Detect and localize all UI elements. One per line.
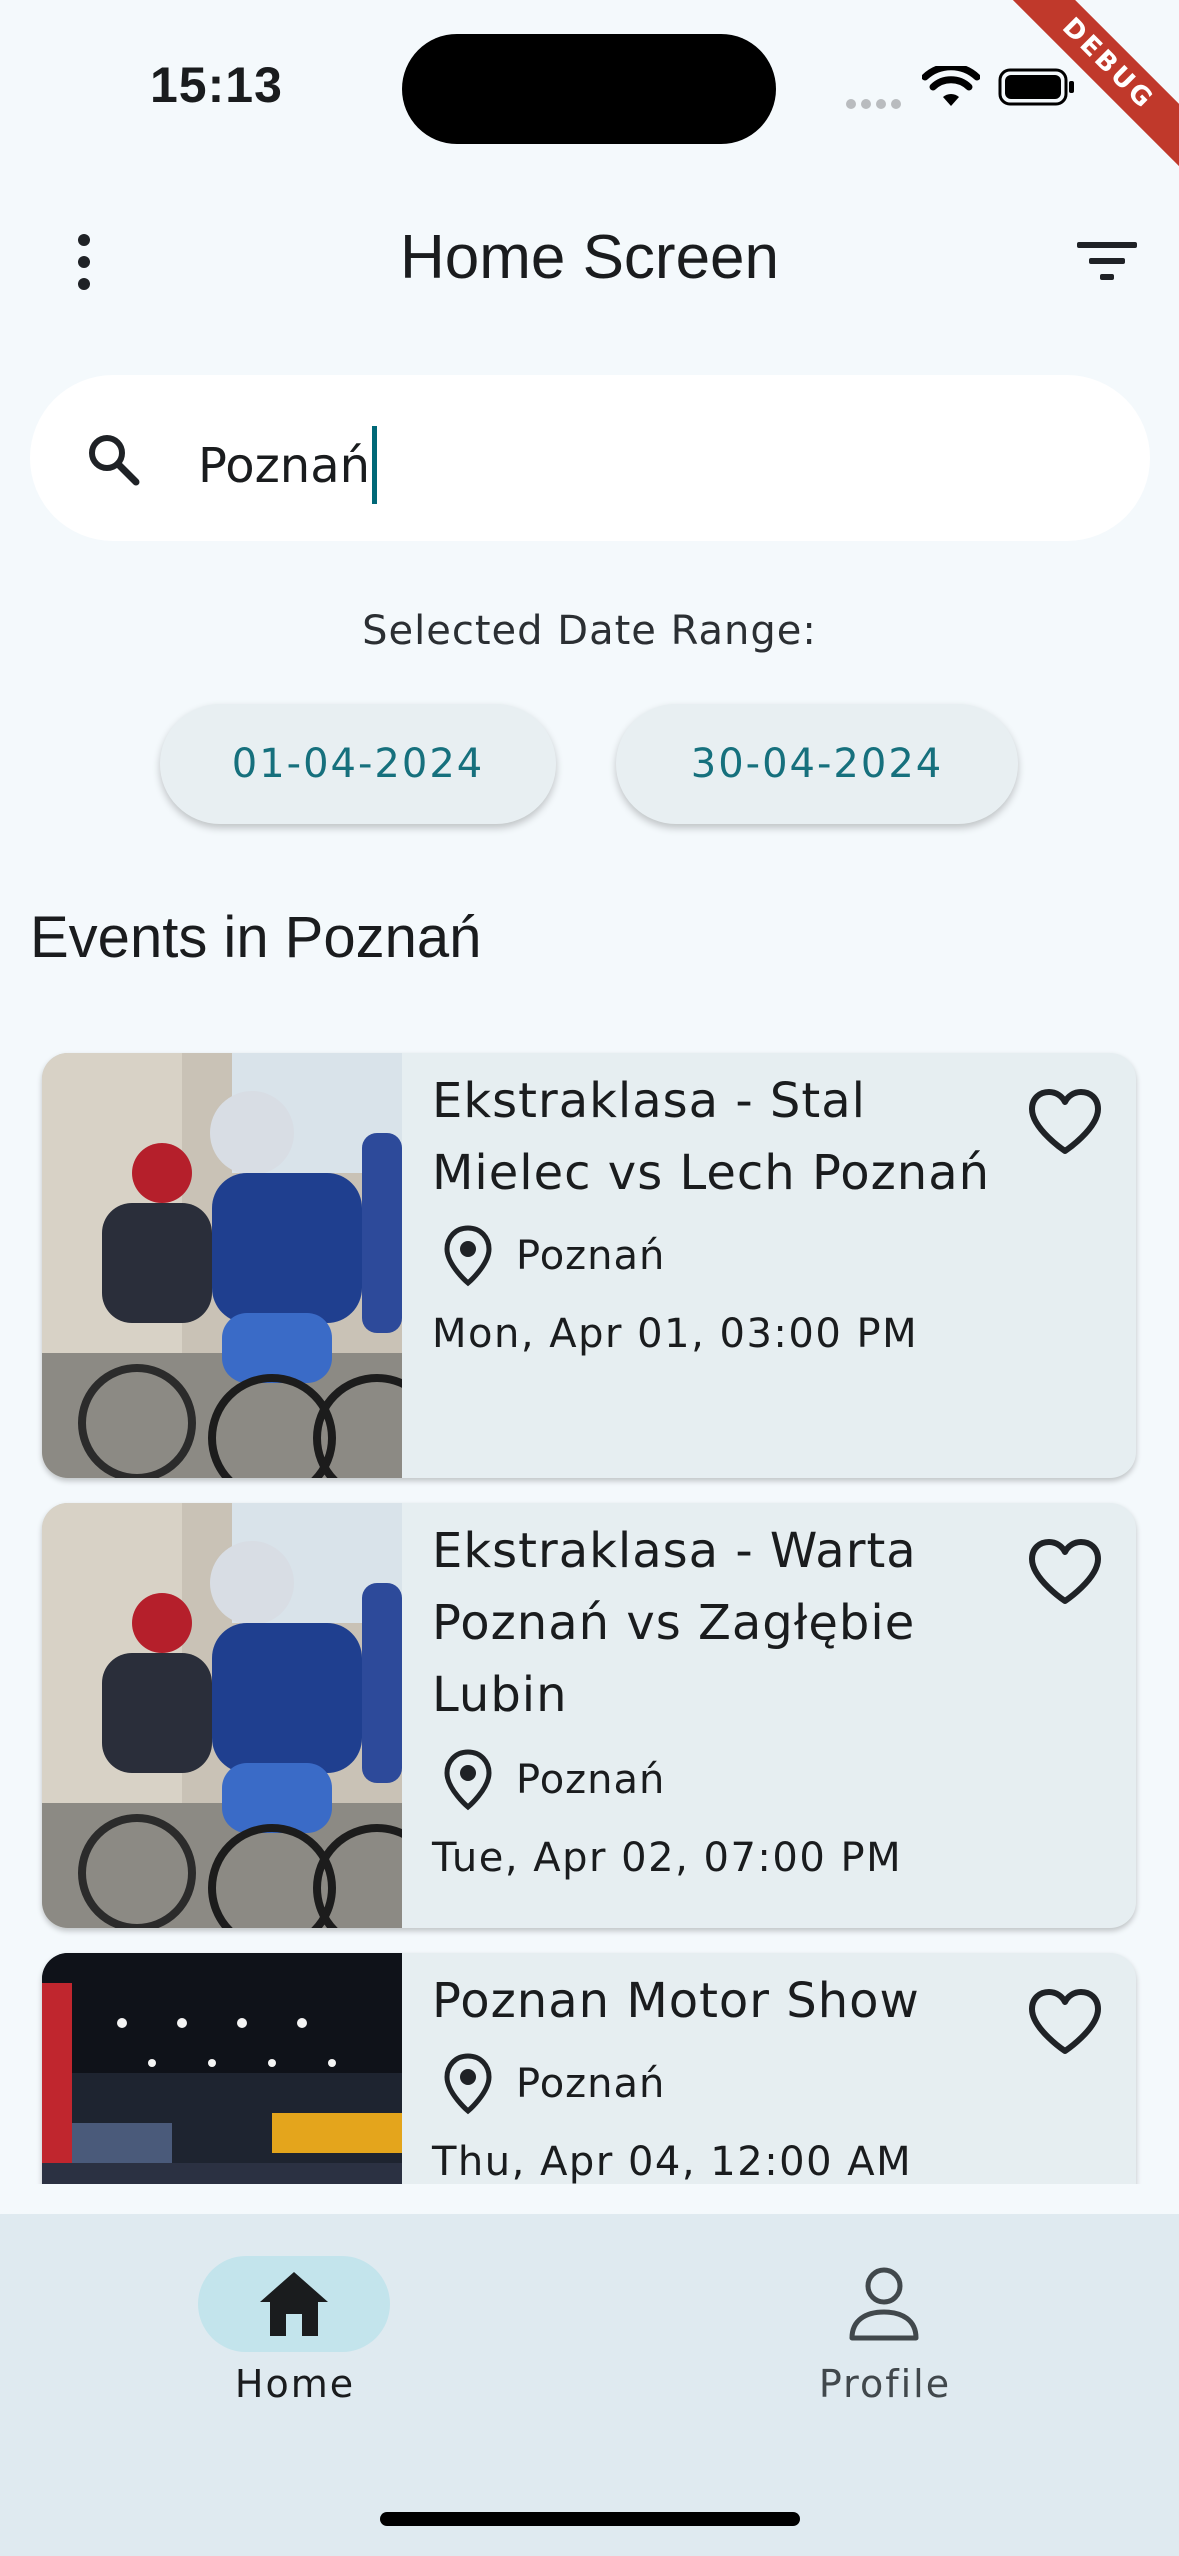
location-pin-icon [444,1749,492,1811]
home-indicator [380,2512,800,2526]
event-image [42,1503,402,1928]
heart-icon[interactable] [1026,1087,1104,1159]
event-image [42,1953,402,2184]
cycling-race-image [42,1053,402,1478]
dynamic-island [402,34,776,144]
person-icon[interactable] [846,2264,922,2344]
filter-icon[interactable] [1072,236,1142,286]
wifi-icon [922,66,980,106]
event-location: Poznań [516,1757,666,1803]
location-pin-icon [444,2053,492,2115]
event-card[interactable]: Ekstraklasa - Stal Mielec vs Lech Poznań… [42,1053,1136,1478]
end-date-button[interactable]: 30-04-2024 [616,704,1018,824]
status-time: 15:13 [150,57,283,113]
event-title: Ekstraklasa - Stal Mielec vs Lech Poznań [432,1073,991,1201]
location-pin-icon [444,1225,492,1287]
nav-label-profile[interactable]: Profile [590,2362,1179,2406]
text-caret [372,426,378,504]
cellular-signal-icon [846,94,908,109]
event-card[interactable]: Ekstraklasa - Warta Poznań vs Zagłębie L… [42,1503,1136,1928]
home-icon[interactable] [256,2268,332,2340]
event-datetime: Thu, Apr 04, 12:00 AM [432,2139,913,2184]
event-datetime: Tue, Apr 02, 07:00 PM [432,1835,903,1881]
heart-icon[interactable] [1026,1537,1104,1609]
event-title: Ekstraklasa - Warta Poznań vs Zagłębie L… [432,1523,917,1723]
nav-label-home[interactable]: Home [0,2362,590,2406]
heart-icon[interactable] [1026,1987,1104,2059]
page-title: Home Screen [399,223,780,292]
event-location: Poznań [516,2061,666,2107]
event-list[interactable]: Ekstraklasa - Stal Mielec vs Lech Poznań… [0,1040,1179,2184]
start-date-button[interactable]: 01-04-2024 [160,704,556,824]
event-location: Poznań [516,1233,666,1279]
cycling-race-image [42,1503,402,1928]
event-card[interactable]: Poznan Motor Show Poznań Thu, Apr 04, 12… [42,1953,1136,2184]
search-input[interactable]: Poznań [198,426,378,508]
event-datetime: Mon, Apr 01, 03:00 PM [432,1311,919,1357]
search-icon [89,435,140,486]
date-range-label: Selected Date Range: [362,608,817,654]
event-title: Poznan Motor Show [432,1973,920,2029]
battery-icon [998,68,1074,106]
events-heading: Events in Poznań [30,905,482,970]
exhibition-hall-image [42,1953,402,2184]
event-image [42,1053,402,1478]
